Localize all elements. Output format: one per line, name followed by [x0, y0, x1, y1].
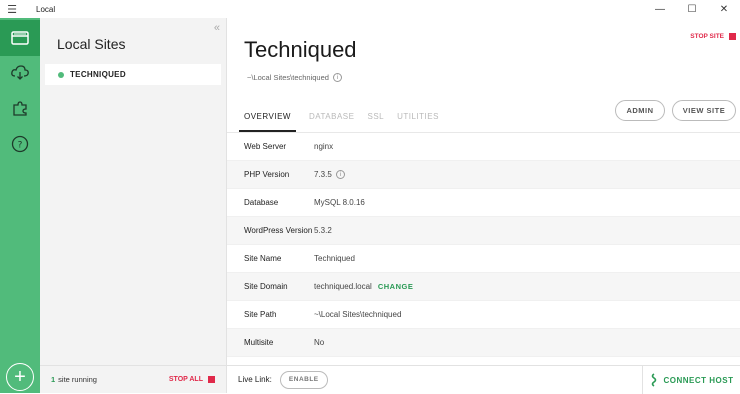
overview-table: Web Server nginx PHP Version 7.3.5 i Dat…: [227, 132, 740, 357]
close-button[interactable]: ✕: [708, 0, 740, 18]
menu-icon[interactable]: ☰: [0, 0, 24, 18]
running-count: 1: [51, 375, 56, 384]
connect-host-button[interactable]: CONNECT HOST: [642, 366, 740, 394]
php-version-value: 7.3.5: [314, 170, 332, 179]
cloud-icon[interactable]: [0, 54, 40, 90]
site-footer: Live Link: ENABLE CONNECT HOST: [227, 365, 740, 394]
row-value: techniqued.local CHANGE: [314, 282, 413, 291]
table-row: Multisite No: [227, 329, 740, 357]
table-row: WordPress Version 5.3.2: [227, 217, 740, 245]
table-row: Database MySQL 8.0.16: [227, 189, 740, 217]
tab-database[interactable]: DATABASE: [309, 112, 355, 132]
site-item-techniqued[interactable]: TECHNIQUED: [45, 64, 221, 85]
stop-all-label: STOP ALL: [168, 376, 203, 383]
title-bar: ☰ Local — ☐ ✕: [0, 0, 740, 18]
site-item-label: TECHNIQUED: [70, 70, 126, 79]
connect-host-label: CONNECT HOST: [663, 375, 734, 385]
stop-icon: [208, 376, 215, 383]
site-detail: STOP SITE Techniqued ~\Local Sites\techn…: [227, 18, 740, 394]
help-icon[interactable]: ?: [0, 126, 40, 162]
row-key: WordPress Version: [244, 226, 313, 235]
site-tabs: OVERVIEW DATABASE SSL UTILITIES: [239, 112, 452, 132]
window-controls: — ☐ ✕: [644, 0, 740, 18]
minimize-button[interactable]: —: [644, 0, 676, 18]
row-key: Database: [244, 198, 279, 207]
info-icon[interactable]: i: [332, 73, 342, 82]
running-text: site running: [58, 375, 97, 384]
row-key: Site Path: [244, 310, 277, 319]
row-value: ~\Local Sites\techniqued: [314, 310, 402, 319]
maximize-button[interactable]: ☐: [676, 0, 708, 18]
row-key: Site Name: [244, 254, 282, 263]
site-path-text: ~\Local Sites\techniqued: [247, 73, 329, 82]
row-key: Site Domain: [244, 282, 288, 291]
svg-text:?: ?: [18, 141, 23, 151]
table-row: Site Name Techniqued: [227, 245, 740, 273]
connect-icon: [651, 373, 656, 387]
row-value: MySQL 8.0.16: [314, 198, 365, 207]
sites-icon[interactable]: [0, 20, 40, 56]
running-status-dot: [58, 71, 64, 78]
row-value: 5.3.2: [314, 226, 332, 235]
stop-site-label: STOP SITE: [690, 33, 724, 40]
tab-ssl[interactable]: SSL: [367, 112, 384, 132]
live-link-label: Live Link:: [238, 375, 272, 384]
row-value: 7.3.5 i: [314, 170, 345, 179]
info-icon[interactable]: i: [335, 170, 345, 179]
admin-button[interactable]: ADMIN: [615, 100, 665, 121]
row-key: Web Server: [244, 142, 287, 151]
table-row: Site Path ~\Local Sites\techniqued: [227, 301, 740, 329]
row-value: Techniqued: [314, 254, 355, 263]
change-domain-button[interactable]: CHANGE: [378, 282, 414, 291]
tab-utilities[interactable]: UTILITIES: [397, 112, 439, 132]
add-site-button[interactable]: +: [6, 363, 34, 391]
app-title: Local: [36, 4, 56, 14]
enable-live-link-button[interactable]: ENABLE: [279, 370, 328, 389]
row-key: PHP Version: [244, 170, 290, 179]
sites-title: Local Sites: [57, 36, 126, 52]
row-value: nginx: [314, 142, 334, 151]
addons-icon[interactable]: [0, 90, 40, 126]
table-row: PHP Version 7.3.5 i: [227, 161, 740, 189]
table-row: Web Server nginx: [227, 133, 740, 161]
stop-icon: [729, 33, 736, 40]
site-path: ~\Local Sites\techniqued i: [247, 73, 342, 82]
table-row: Site Domain techniqued.local CHANGE: [227, 273, 740, 301]
site-title: Techniqued: [244, 37, 357, 62]
nav-rail: ? +: [0, 18, 40, 393]
row-value: No: [314, 338, 325, 347]
row-key: Multisite: [244, 338, 274, 347]
stop-all-button[interactable]: STOP ALL: [169, 376, 215, 383]
site-domain-value: techniqued.local: [314, 282, 372, 291]
sites-panel: « Local Sites TECHNIQUED 1 site running …: [40, 18, 227, 393]
collapse-icon[interactable]: «: [214, 22, 220, 34]
view-site-button[interactable]: VIEW SITE: [672, 100, 736, 121]
tab-overview[interactable]: OVERVIEW: [239, 112, 296, 132]
stop-site-button[interactable]: STOP SITE: [690, 33, 736, 40]
sites-footer: 1 site running STOP ALL: [40, 365, 226, 393]
